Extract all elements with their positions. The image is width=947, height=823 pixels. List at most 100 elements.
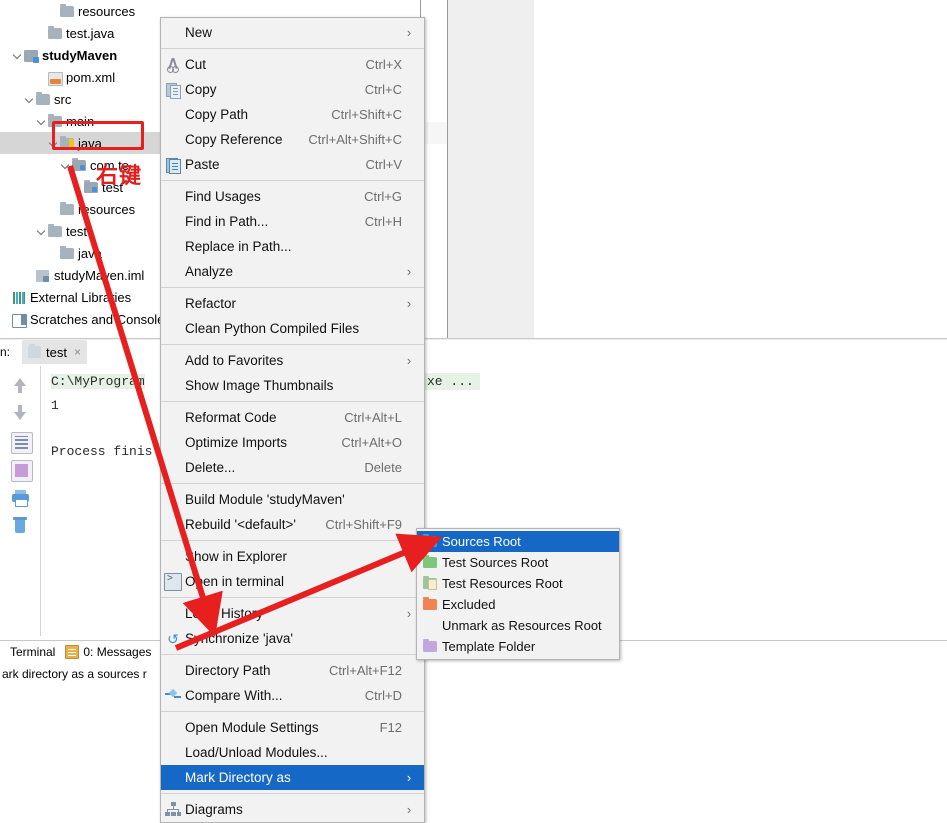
- mark-directory-as-submenu[interactable]: Sources Root Test Sources Root Test Resour…: [416, 528, 620, 660]
- arrow-up-icon[interactable]: [8, 374, 32, 398]
- menu-item-show-image-thumbnails[interactable]: Show Image Thumbnails: [161, 373, 424, 398]
- close-icon[interactable]: ×: [74, 346, 81, 358]
- menu-item-new[interactable]: New ›: [161, 20, 424, 45]
- cut-icon: [161, 57, 185, 73]
- menu-item-mark-directory-as[interactable]: Mark Directory as ›: [161, 765, 424, 790]
- tree-item-test-java[interactable]: test.java: [0, 22, 164, 44]
- menu-item-delete[interactable]: Delete... Delete: [161, 455, 424, 480]
- menu-item-label: Show Image Thumbnails: [185, 378, 334, 393]
- menu-item-label: Local History: [185, 606, 264, 621]
- menu-item-label: Compare With...: [185, 688, 283, 703]
- run-tab-test[interactable]: test ×: [22, 340, 87, 364]
- menu-item-find-in-path[interactable]: Find in Path... Ctrl+H: [161, 209, 424, 234]
- menu-item-label: Cut: [185, 57, 207, 72]
- tree-item-main[interactable]: main: [0, 110, 164, 132]
- tree-item-test[interactable]: test: [0, 176, 164, 198]
- submenu-item-excluded[interactable]: Excluded: [417, 594, 619, 615]
- menu-item-local-history[interactable]: Local History ›: [161, 601, 424, 626]
- menu-item-clean-python-compiled-files[interactable]: Clean Python Compiled Files: [161, 316, 424, 341]
- submenu-item-template-folder[interactable]: Template Folder: [417, 636, 619, 657]
- menu-item-diagrams[interactable]: Diagrams ›: [161, 797, 424, 822]
- menu-item-label: Open in terminal: [185, 574, 285, 589]
- file-context-menu[interactable]: New › Cut Ctrl+X Copy Ctrl+C Copy Path Ctrl+Shi…: [160, 17, 425, 823]
- menu-item-load-unload-modules[interactable]: Load/Unload Modules...: [161, 740, 424, 765]
- menu-item-open-module-settings[interactable]: Open Module Settings F12: [161, 715, 424, 740]
- chevron-right-icon: ›: [406, 264, 412, 279]
- menu-item-directory-path[interactable]: Directory Path Ctrl+Alt+F12: [161, 658, 424, 683]
- menu-item-add-to-favorites[interactable]: Add to Favorites ›: [161, 348, 424, 373]
- panel-divider-mid: [447, 0, 448, 340]
- tree-item-studymaven[interactable]: studyMaven: [0, 44, 164, 66]
- menu-item-reformat-code[interactable]: Reformat Code Ctrl+Alt+L: [161, 405, 424, 430]
- tree-item-label: studyMaven: [42, 47, 118, 63]
- chevron-down-icon[interactable]: [61, 160, 72, 171]
- chevron-down-icon[interactable]: [25, 94, 36, 105]
- tree-item-java[interactable]: java: [0, 242, 164, 264]
- tree-item-label: test: [102, 179, 123, 195]
- menu-item-label: Reformat Code: [185, 410, 277, 425]
- folder-icon: [48, 113, 63, 129]
- console-line: C:\MyProgram: [51, 374, 145, 389]
- menu-item-analyze[interactable]: Analyze ›: [161, 259, 424, 284]
- submenu-item-test-resources-root[interactable]: Test Resources Root: [417, 573, 619, 594]
- menu-item-show-in-explorer[interactable]: Show in Explorer: [161, 544, 424, 569]
- menu-item-build-module-studymaven[interactable]: Build Module 'studyMaven': [161, 487, 424, 512]
- menu-item-copy[interactable]: Copy Ctrl+C: [161, 77, 424, 102]
- tree-item-studymaven-iml[interactable]: studyMaven.iml: [0, 264, 164, 286]
- tree-item-resources[interactable]: resources: [0, 198, 164, 220]
- menu-item-copy-path[interactable]: Copy Path Ctrl+Shift+C: [161, 102, 424, 127]
- tree-item-label: java: [78, 245, 102, 261]
- tree-item-com-te[interactable]: com.te: [0, 154, 164, 176]
- submenu-item-label: Sources Root: [442, 534, 521, 549]
- submenu-item-test-sources-root[interactable]: Test Sources Root: [417, 552, 619, 573]
- menu-item-replace-in-path[interactable]: Replace in Path...: [161, 234, 424, 259]
- tree-item-pom-xml[interactable]: pom.xml: [0, 66, 164, 88]
- tree-item-external-libraries[interactable]: External Libraries: [0, 286, 164, 308]
- chevron-down-icon[interactable]: [13, 50, 24, 61]
- submenu-item-sources-root[interactable]: Sources Root: [417, 531, 619, 552]
- menu-separator: [161, 793, 424, 794]
- menu-item-refactor[interactable]: Refactor ›: [161, 291, 424, 316]
- messages-tool-button[interactable]: 0: Messages: [65, 645, 151, 659]
- chevron-right-icon: ›: [406, 770, 412, 785]
- soft-wrap-icon[interactable]: [8, 430, 33, 454]
- run-window-label: n:: [0, 345, 11, 359]
- arrow-down-icon[interactable]: [8, 402, 32, 426]
- menu-item-compare-with[interactable]: Compare With... Ctrl+D: [161, 683, 424, 708]
- menu-item-paste[interactable]: Paste Ctrl+V: [161, 152, 424, 177]
- tree-item-resources[interactable]: resources: [0, 0, 164, 22]
- chevron-down-icon[interactable]: [37, 116, 48, 127]
- print-icon[interactable]: [8, 486, 32, 510]
- menu-separator: [161, 654, 424, 655]
- chevron-down-icon[interactable]: [49, 138, 60, 149]
- console-toolbar[interactable]: [0, 366, 40, 636]
- export-icon[interactable]: [8, 458, 33, 482]
- menu-item-label: Replace in Path...: [185, 239, 292, 254]
- menu-item-rebuild-default[interactable]: Rebuild '<default>' Ctrl+Shift+F9: [161, 512, 424, 537]
- submenu-item-unmark-as-resources-root[interactable]: Unmark as Resources Root: [417, 615, 619, 636]
- menu-item-shortcut: Ctrl+Alt+L: [344, 410, 402, 425]
- tree-item-scratches-and-consoles[interactable]: Scratches and Consoles: [0, 308, 164, 330]
- menu-item-label: Rebuild '<default>': [185, 517, 296, 532]
- tree-item-src[interactable]: src: [0, 88, 164, 110]
- chevron-down-icon[interactable]: [37, 226, 48, 237]
- menu-separator: [161, 597, 424, 598]
- folder-icon: [60, 245, 75, 261]
- project-tree[interactable]: resources test.java studyMaven pom.xml src ma…: [0, 0, 164, 332]
- folder-icon: [60, 3, 75, 19]
- terminal-tool-button[interactable]: Terminal: [10, 645, 55, 659]
- menu-separator: [161, 401, 424, 402]
- menu-item-cut[interactable]: Cut Ctrl+X: [161, 52, 424, 77]
- menu-item-copy-reference[interactable]: Copy Reference Ctrl+Alt+Shift+C: [161, 127, 424, 152]
- trash-icon[interactable]: [8, 514, 32, 538]
- menu-item-shortcut: Ctrl+D: [364, 688, 402, 703]
- tree-item-java[interactable]: java: [0, 132, 164, 154]
- menu-item-optimize-imports[interactable]: Optimize Imports Ctrl+Alt+O: [161, 430, 424, 455]
- menu-item-label: Refactor: [185, 296, 237, 311]
- sources-folder-icon: [60, 135, 75, 151]
- menu-item-find-usages[interactable]: Find Usages Ctrl+G: [161, 184, 424, 209]
- menu-item-open-in-terminal[interactable]: Open in terminal: [161, 569, 424, 594]
- menu-separator: [161, 344, 424, 345]
- menu-item-synchronize-java[interactable]: ↺ Synchronize 'java': [161, 626, 424, 651]
- tree-item-test[interactable]: test: [0, 220, 164, 242]
